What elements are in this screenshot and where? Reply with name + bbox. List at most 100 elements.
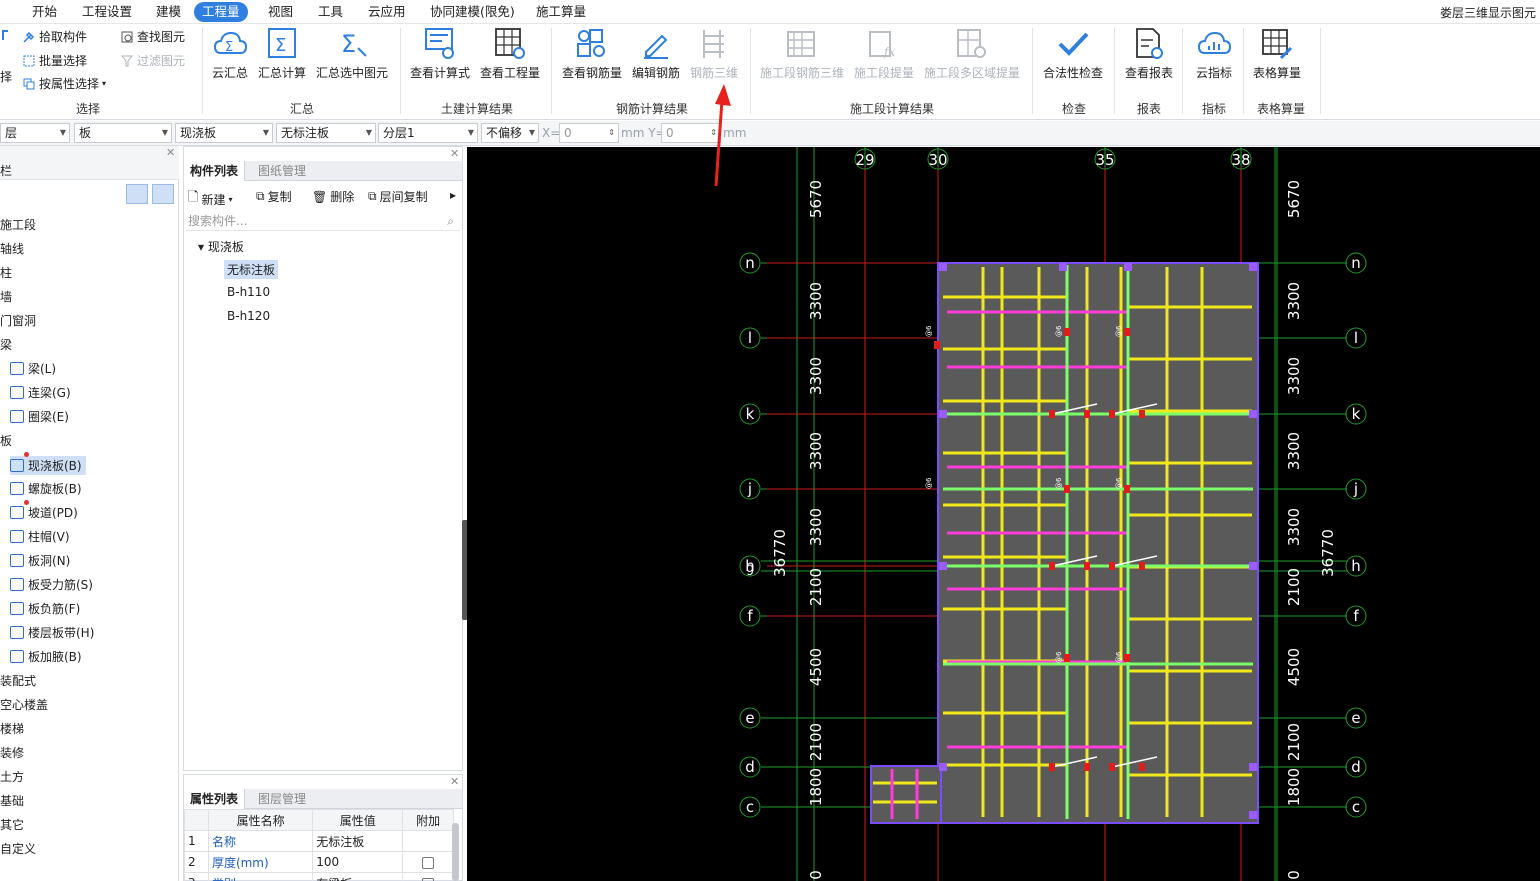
component-search-input[interactable]: 搜索构件... ⌕	[186, 211, 460, 231]
tab-drawing-management[interactable]: 图纸管理	[252, 161, 312, 181]
nav-item[interactable]: 柱	[0, 264, 12, 281]
nav-item[interactable]: 轴线	[0, 240, 24, 257]
nav-item[interactable]: 坡道(PD)	[10, 504, 78, 521]
cad-drawing[interactable]: @6 @6 @6@6 @6 @6@6 @629 30 35 38n nl lk kj jh hf fe ed d…	[467, 147, 1540, 881]
filter-element-button[interactable]: 过滤图元	[120, 52, 185, 69]
offset-combo[interactable]: 不偏移 ▼	[481, 123, 539, 143]
nav-item-label: 梁(L)	[28, 362, 57, 376]
component-type-icon	[10, 626, 24, 639]
tree-root[interactable]: ▾ 现浇板	[198, 238, 244, 255]
nav-item[interactable]: 板	[0, 432, 12, 449]
nav-item[interactable]: 板负筋(F)	[10, 600, 80, 617]
layer-combo[interactable]: 分层1 ▼	[378, 123, 478, 143]
menu-start[interactable]: 开始	[24, 2, 65, 22]
new-button[interactable]: 🗋 新建 ▾	[188, 188, 232, 210]
tab-property-list[interactable]: 属性列表	[184, 789, 246, 809]
tab-layer-management[interactable]: 图层管理	[252, 789, 312, 809]
table-row[interactable]: 2 厚度(mm) 100	[184, 851, 454, 873]
tree-item-b-h120[interactable]: B-h120	[227, 309, 270, 323]
total-dimension-label: 36770	[1319, 529, 1337, 577]
nav-item[interactable]: 自定义	[0, 840, 36, 857]
view-report-button[interactable]: 查看报表	[1122, 24, 1176, 106]
close-icon[interactable]: ✕	[450, 147, 459, 160]
extra-checkbox[interactable]	[422, 877, 435, 881]
row-value[interactable]: 无标注板	[312, 830, 404, 852]
property-scrollbar[interactable]	[452, 823, 459, 881]
floor-copy-button[interactable]: ⧉ 层间复制	[368, 188, 428, 205]
nav-item[interactable]: 板受力筋(S)	[10, 576, 93, 593]
cloud-summary-button[interactable]: Σ 云汇总	[208, 24, 252, 106]
nav-item[interactable]: 楼层板带(H)	[10, 624, 94, 641]
nav-item[interactable]: 现浇板(B)	[10, 456, 86, 475]
rebar-3d-button[interactable]: 钢筋三维	[688, 24, 740, 106]
axis-label: 38	[1231, 151, 1250, 169]
menu-quantities[interactable]: 工程量	[194, 2, 248, 22]
select-by-attr-button[interactable]: 按属性选择 ▾	[22, 75, 106, 92]
menu-cloud[interactable]: 云应用	[360, 2, 414, 22]
menu-collab[interactable]: 协同建模(限免)	[422, 2, 523, 22]
more-icon[interactable]: ▸	[450, 188, 456, 202]
view-quantity-button[interactable]: 查看工程量	[478, 24, 542, 106]
summary-selected-button[interactable]: Σ 汇总选中图元	[314, 24, 390, 106]
find-element-button[interactable]: 查找图元	[120, 28, 185, 45]
nav-item[interactable]: 连梁(G)	[10, 384, 71, 401]
select-cut-label[interactable]: 择	[0, 68, 12, 85]
nav-item[interactable]: 装修	[0, 744, 24, 761]
extra-checkbox[interactable]	[422, 856, 435, 869]
table-row[interactable]: 3类别有梁板	[184, 872, 454, 881]
close-icon[interactable]: ✕	[450, 775, 459, 788]
view-rebar-button[interactable]: 查看钢筋量	[560, 24, 624, 106]
tab-component-list[interactable]: 构件列表	[184, 161, 246, 181]
drawing-canvas[interactable]: @6 @6 @6 @6 @6 @6 @6 @6 29 30 35 38 n n l l k k j j h h f f e e d d…	[467, 147, 1540, 881]
legality-check-button[interactable]: 合法性检查	[1040, 24, 1106, 106]
component-combo[interactable]: 无标注板 ▼	[276, 123, 376, 143]
nav-item[interactable]: 梁(L)	[10, 360, 56, 377]
copy-button[interactable]: ⧉ 复制	[256, 188, 292, 205]
table-row[interactable]: 1 名称 无标注板	[184, 830, 454, 852]
nav-item[interactable]: 板洞(N)	[10, 552, 70, 569]
menu-project-settings[interactable]: 工程设置	[74, 2, 140, 22]
tree-item-unlabeled[interactable]: 无标注板	[224, 260, 279, 279]
row-value[interactable]: 100	[312, 851, 404, 873]
nav-item[interactable]: 土方	[0, 768, 24, 785]
x-input[interactable]: 0 ⇕	[559, 123, 619, 143]
nav-item[interactable]: 基础	[0, 792, 24, 809]
nav-item[interactable]: 其它	[0, 816, 24, 833]
nav-item[interactable]: 楼梯	[0, 720, 24, 737]
subtype-combo[interactable]: 现浇板 ▼	[175, 123, 273, 143]
nav-item[interactable]: 梁	[0, 336, 12, 353]
stage-multi-area-button[interactable]: 施工段多区域提量	[922, 24, 1022, 106]
edit-rebar-button[interactable]: 编辑钢筋	[628, 24, 684, 106]
nav-item[interactable]: 板加腋(B)	[10, 648, 82, 665]
close-icon[interactable]: ✕	[166, 146, 175, 159]
nav-item[interactable]: 墙	[0, 288, 12, 305]
delete-button[interactable]: 🗑 删除	[312, 188, 354, 205]
nav-item[interactable]: 门窗洞	[0, 312, 36, 329]
stage-quantity-button[interactable]: fx 施工段提量	[852, 24, 916, 106]
nav-item[interactable]: 装配式	[0, 672, 36, 689]
view-formula-button[interactable]: 查看计算式	[408, 24, 472, 106]
cloud-index-button[interactable]: 云指标	[1190, 24, 1238, 106]
detail-view-icon[interactable]	[152, 184, 174, 204]
menu-view[interactable]: 视图	[260, 2, 301, 22]
batch-select-button[interactable]: 批量选择	[22, 52, 87, 69]
nav-item[interactable]: 柱帽(V)	[10, 528, 70, 545]
summary-calc-button[interactable]: Σ 汇总计算	[256, 24, 308, 106]
list-view-icon[interactable]	[126, 184, 148, 204]
nav-item[interactable]: 施工段	[0, 216, 36, 233]
col-value: 属性值	[312, 809, 404, 831]
menu-construction[interactable]: 施工算量	[528, 2, 594, 22]
y-input[interactable]: 0 ⇕	[661, 123, 721, 143]
nav-item[interactable]: 螺旋板(B)	[10, 480, 82, 497]
menu-modeling[interactable]: 建模	[148, 2, 189, 22]
type-combo[interactable]: 板 ▼	[74, 123, 172, 143]
floor-combo[interactable]: 层 ▼	[0, 123, 70, 143]
stage-rebar-3d-button[interactable]: 施工段钢筋三维	[758, 24, 846, 106]
nav-item[interactable]: 空心楼盖	[0, 696, 48, 713]
menu-tools[interactable]: 工具	[310, 2, 351, 22]
tree-item-b-h110[interactable]: B-h110	[227, 285, 270, 299]
nav-item[interactable]: 圈梁(E)	[10, 408, 69, 425]
pick-component-button[interactable]: 拾取构件	[22, 28, 87, 45]
row-value[interactable]: 有梁板	[312, 872, 404, 881]
table-calc-button[interactable]: 表格算量	[1250, 24, 1304, 106]
